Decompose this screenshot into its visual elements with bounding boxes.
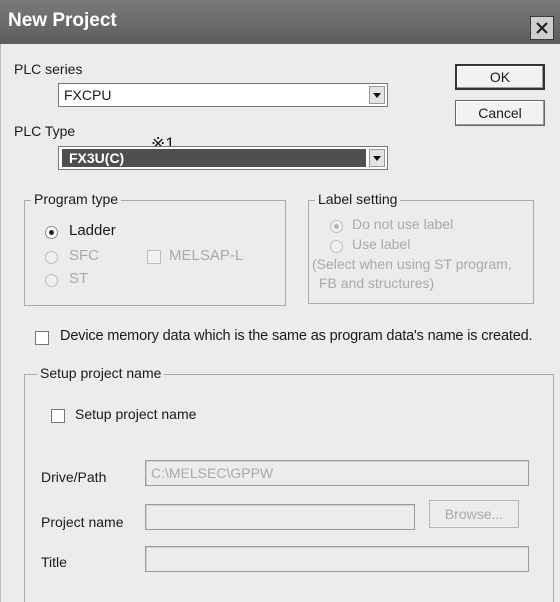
device-memory-checkbox[interactable] bbox=[35, 331, 49, 345]
plc-series-label: PLC series bbox=[14, 61, 83, 77]
chevron-down-icon[interactable] bbox=[369, 86, 385, 104]
label-setting-legend: Label setting bbox=[315, 191, 401, 207]
window-title: New Project bbox=[8, 10, 117, 31]
plc-series-value: FXCPU bbox=[64, 87, 112, 103]
title-label: Title bbox=[41, 554, 67, 570]
do-not-use-label-text: Do not use label bbox=[352, 216, 454, 232]
setup-project-name-checkbox[interactable] bbox=[51, 409, 65, 423]
ladder-label: Ladder bbox=[69, 222, 116, 239]
dialog-body: PLC series FXCPU OK Cancel PLC Type ※1 F… bbox=[0, 44, 560, 602]
plc-type-value: FX3U(C) bbox=[69, 150, 125, 166]
project-name-input[interactable] bbox=[145, 504, 415, 530]
drive-path-input[interactable]: C:\MELSEC\GPPW bbox=[145, 460, 529, 486]
plc-type-select[interactable]: FX3U(C) bbox=[58, 146, 388, 170]
project-name-label: Project name bbox=[41, 514, 124, 530]
chevron-down-icon[interactable] bbox=[369, 149, 385, 167]
title-bar[interactable]: New Project bbox=[0, 0, 560, 44]
label-note-line1: (Select when using ST program, bbox=[312, 256, 512, 272]
use-label-text: Use label bbox=[352, 236, 411, 252]
do-not-use-label-radio[interactable] bbox=[330, 220, 343, 233]
sfc-radio[interactable] bbox=[45, 251, 58, 264]
drive-path-value: C:\MELSEC\GPPW bbox=[151, 465, 274, 481]
st-label: ST bbox=[69, 270, 89, 287]
sfc-label: SFC bbox=[69, 247, 99, 264]
plc-type-label: PLC Type bbox=[14, 123, 76, 139]
use-label-radio[interactable] bbox=[330, 240, 343, 253]
browse-button[interactable]: Browse... bbox=[429, 500, 519, 528]
ladder-radio[interactable] bbox=[45, 226, 58, 239]
cancel-button[interactable]: Cancel bbox=[455, 100, 545, 126]
setup-project-name-legend: Setup project name bbox=[37, 365, 165, 381]
label-note-line2: FB and structures) bbox=[319, 275, 435, 291]
close-icon bbox=[536, 22, 548, 34]
device-memory-label: Device memory data which is the same as … bbox=[60, 328, 533, 344]
title-input[interactable] bbox=[145, 546, 529, 572]
close-button[interactable] bbox=[530, 16, 554, 40]
ok-button[interactable]: OK bbox=[455, 64, 545, 90]
drive-path-label: Drive/Path bbox=[41, 469, 107, 485]
melsap-checkbox[interactable] bbox=[147, 250, 161, 264]
plc-series-select[interactable]: FXCPU bbox=[58, 83, 388, 107]
st-radio[interactable] bbox=[45, 274, 58, 287]
melsap-label: MELSAP-L bbox=[169, 247, 244, 264]
program-type-legend: Program type bbox=[31, 191, 122, 207]
setup-project-name-label: Setup project name bbox=[75, 406, 197, 422]
